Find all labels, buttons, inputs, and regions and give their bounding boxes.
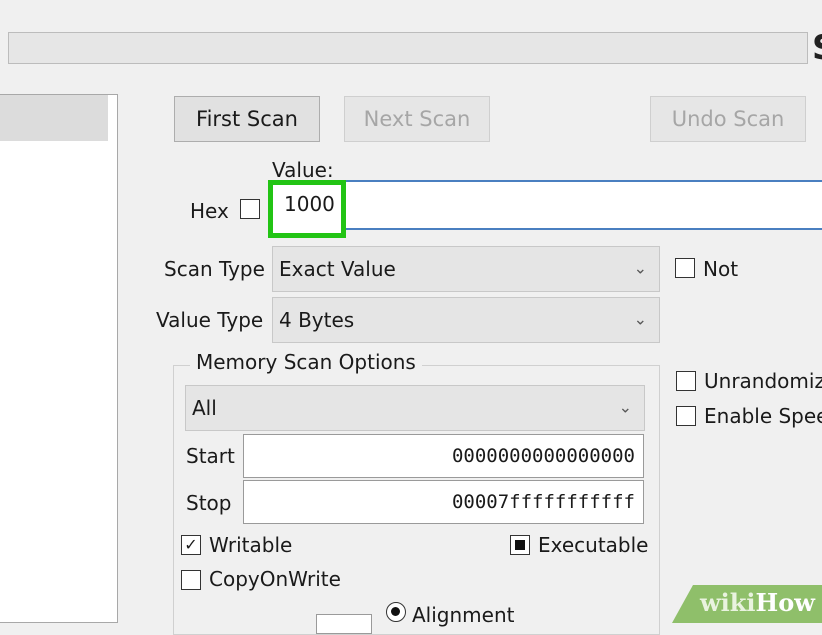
watermark-wiki: wiki — [700, 588, 756, 617]
writable-label: Writable — [209, 533, 293, 557]
hex-checkbox[interactable] — [240, 199, 260, 219]
value-type-selected: 4 Bytes — [279, 308, 355, 332]
copyonwrite-label: CopyOnWrite — [209, 567, 341, 591]
writable-checkbox[interactable]: ✓ — [181, 535, 201, 555]
chevron-down-icon: ⌄ — [633, 309, 647, 329]
value-input-text[interactable]: 1000 — [284, 192, 335, 216]
enable-speedhack-checkbox[interactable] — [676, 406, 696, 426]
start-label: Start — [186, 444, 235, 468]
value-type-select[interactable]: 4 Bytes ⌄ — [272, 297, 660, 343]
indeterminate-square-icon — [515, 540, 525, 550]
alignment-value-input[interactable] — [316, 614, 372, 634]
alignment-label: Alignment — [412, 603, 515, 627]
unrandomizer-label: Unrandomiz — [704, 369, 822, 393]
not-label: Not — [703, 257, 739, 281]
found-addresses-list-header[interactable] — [0, 95, 108, 141]
chevron-down-icon: ⌄ — [618, 397, 632, 417]
copyonwrite-checkbox[interactable] — [181, 570, 201, 590]
stop-label: Stop — [186, 491, 232, 515]
value-label: Value: — [272, 158, 334, 182]
undo-scan-button[interactable]: Undo Scan — [650, 96, 806, 142]
found-addresses-list[interactable] — [0, 94, 118, 623]
alignment-radio[interactable] — [386, 602, 406, 622]
start-address-value: 0000000000000000 — [451, 445, 635, 467]
hex-label: Hex — [190, 199, 229, 223]
enable-speedhack-label: Enable Spee — [704, 404, 822, 428]
value-type-label: Value Type — [156, 308, 264, 332]
unrandomizer-checkbox[interactable] — [676, 371, 696, 391]
scan-progress-bar — [8, 32, 808, 64]
checkmark-icon: ✓ — [184, 535, 198, 554]
watermark-how: How — [755, 588, 815, 617]
memory-region-selected: All — [192, 396, 217, 420]
executable-checkbox[interactable] — [510, 535, 530, 555]
executable-label: Executable — [538, 533, 649, 557]
scan-type-selected: Exact Value — [279, 257, 396, 281]
chevron-down-icon: ⌄ — [633, 258, 647, 278]
start-address-input[interactable]: 0000000000000000 — [243, 434, 644, 478]
wikihow-watermark: wikiHow — [700, 588, 815, 617]
window-corner-glyph: S — [812, 28, 822, 68]
scan-type-label: Scan Type — [164, 257, 265, 281]
value-input[interactable] — [268, 180, 822, 230]
memory-region-select[interactable]: All ⌄ — [185, 385, 645, 431]
stop-address-value: 00007fffffffffff — [451, 491, 635, 513]
next-scan-button[interactable]: Next Scan — [344, 96, 490, 142]
scan-type-select[interactable]: Exact Value ⌄ — [272, 246, 660, 292]
first-scan-button[interactable]: First Scan — [174, 96, 320, 142]
not-checkbox[interactable] — [675, 258, 695, 278]
memory-scan-options-title: Memory Scan Options — [190, 350, 422, 374]
stop-address-input[interactable]: 00007fffffffffff — [243, 480, 644, 524]
